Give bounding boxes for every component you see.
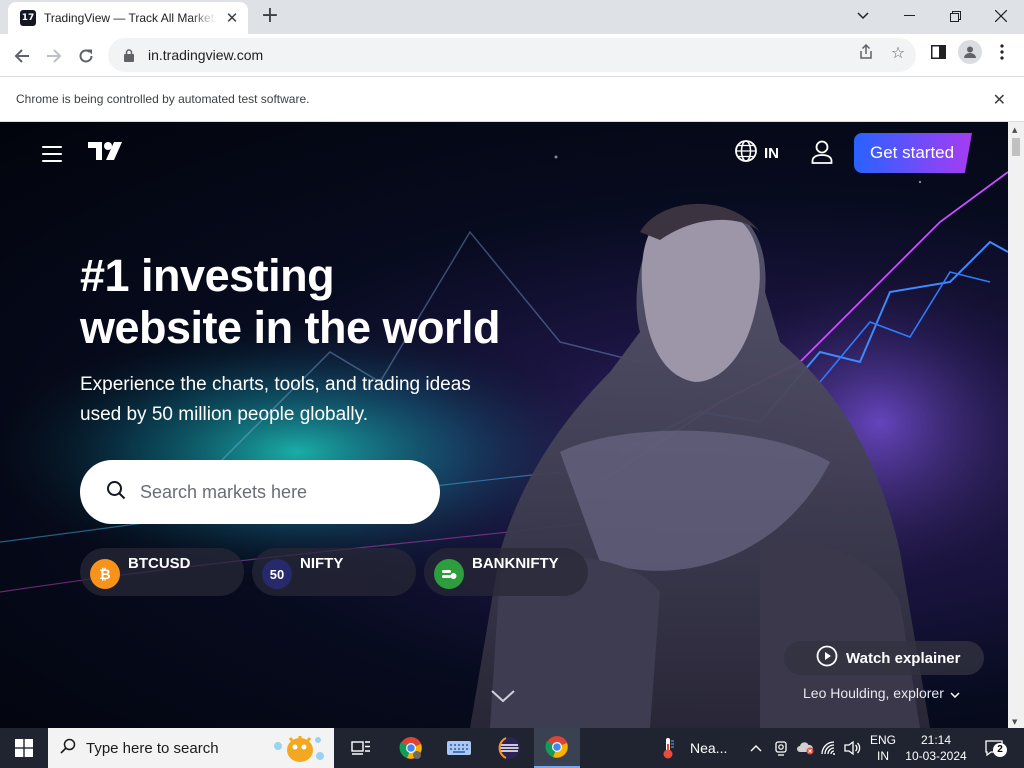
new-tab-button[interactable]: + bbox=[258, 5, 282, 29]
lock-icon[interactable] bbox=[122, 48, 136, 62]
bookmark-star-icon[interactable]: ☆ bbox=[888, 42, 908, 62]
chrome-taskbar-icon[interactable] bbox=[534, 728, 580, 768]
meet-now-icon[interactable] bbox=[770, 728, 792, 768]
chrome-menu-icon[interactable] bbox=[992, 42, 1012, 62]
weather-thermometer-icon[interactable] bbox=[648, 728, 688, 768]
ticker-name: BTCUSD bbox=[128, 555, 191, 572]
banknifty-icon bbox=[434, 559, 464, 589]
reload-button[interactable] bbox=[72, 42, 100, 70]
tab-title: TradingView — Track All Markets bbox=[44, 11, 216, 25]
search-icon bbox=[60, 738, 76, 759]
url-text[interactable]: in.tradingview.com bbox=[148, 47, 263, 63]
eclipse-ide-icon[interactable] bbox=[486, 728, 532, 768]
windows-taskbar: Type here to search Nea... ENG IN 21:14 … bbox=[0, 728, 1024, 768]
scroll-up-arrow-icon[interactable]: ▲ bbox=[1012, 126, 1017, 134]
input-language-line-1: ENG bbox=[869, 733, 896, 747]
input-language-indicator[interactable]: ENG IN bbox=[866, 732, 900, 764]
ticker-nifty[interactable]: 50 NIFTY bbox=[252, 548, 416, 596]
subline-line-2: used by 50 million people globally. bbox=[80, 404, 368, 425]
page-scrollbar[interactable]: ▲ ▼ bbox=[1008, 122, 1024, 728]
taskbar-search-box[interactable]: Type here to search bbox=[48, 728, 334, 768]
show-hidden-icons-chevron-icon[interactable] bbox=[746, 728, 766, 768]
infobar-text: Chrome is being controlled by automated … bbox=[16, 92, 310, 106]
globe-icon bbox=[734, 139, 758, 168]
minimize-button[interactable] bbox=[886, 2, 932, 30]
share-icon[interactable] bbox=[856, 42, 876, 62]
clock-time: 21:14 bbox=[920, 733, 952, 747]
notification-count-badge: 2 bbox=[993, 743, 1007, 757]
restore-button[interactable] bbox=[932, 2, 978, 30]
system-clock[interactable]: 21:14 10-03-2024 bbox=[902, 732, 970, 764]
task-view-icon[interactable] bbox=[338, 728, 384, 768]
tradingview-favicon-icon: 17 bbox=[20, 10, 36, 26]
scroll-down-chevron-icon[interactable] bbox=[490, 688, 516, 709]
user-account-icon[interactable] bbox=[810, 139, 834, 165]
language-label: IN bbox=[764, 145, 779, 162]
profile-avatar[interactable] bbox=[958, 40, 982, 64]
nifty-50-icon: 50 bbox=[262, 559, 292, 589]
address-bar[interactable]: in.tradingview.com bbox=[108, 38, 916, 72]
credit-text: Leo Houlding, explorer bbox=[803, 685, 944, 701]
tab-search-chevron-icon[interactable] bbox=[840, 2, 886, 30]
keyboard-app-icon[interactable] bbox=[436, 728, 482, 768]
hamburger-menu-icon[interactable] bbox=[42, 146, 62, 162]
tab-close-icon[interactable]: ✕ bbox=[224, 9, 240, 27]
photo-credit[interactable]: Leo Houlding, explorer bbox=[803, 685, 960, 701]
taskbar-search-text: Type here to search bbox=[86, 739, 219, 757]
volume-icon[interactable] bbox=[842, 728, 864, 768]
wifi-icon[interactable] bbox=[818, 728, 840, 768]
input-language-line-2: IN bbox=[877, 749, 889, 763]
search-icon bbox=[106, 480, 126, 505]
browser-tab[interactable]: 17 TradingView — Track All Markets ✕ bbox=[8, 2, 248, 34]
ticker-name: BANKNIFTY bbox=[472, 555, 559, 572]
headline-line-1: #1 investing bbox=[80, 250, 335, 301]
side-panel-icon[interactable] bbox=[928, 42, 948, 62]
watch-explainer-button[interactable]: Watch explainer bbox=[784, 641, 984, 675]
close-window-button[interactable] bbox=[978, 2, 1024, 30]
browser-toolbar: in.tradingview.com ☆ bbox=[0, 34, 1024, 76]
market-search-input[interactable]: Search markets here bbox=[80, 460, 440, 524]
headline-line-2: website in the world bbox=[80, 302, 501, 353]
chrome-profile-taskbar-icon[interactable] bbox=[388, 728, 434, 768]
automation-infobar: Chrome is being controlled by automated … bbox=[0, 76, 1024, 122]
infobar-close-icon[interactable]: ✕ bbox=[993, 90, 1006, 109]
get-started-button[interactable]: Get started bbox=[854, 133, 972, 173]
windows-start-icon[interactable] bbox=[0, 728, 48, 768]
subline-line-1: Experience the charts, tools, and tradin… bbox=[80, 374, 471, 395]
hero-headline: #1 investing website in the world bbox=[80, 250, 501, 354]
forward-button[interactable] bbox=[40, 42, 68, 70]
page-viewport: IN Get started #1 investing website in t… bbox=[0, 122, 1008, 728]
chevron-down-icon bbox=[950, 685, 960, 701]
svg-text:₿: ₿ bbox=[99, 567, 110, 582]
scrollbar-thumb[interactable] bbox=[1012, 138, 1020, 156]
onedrive-icon[interactable] bbox=[794, 728, 816, 768]
ticker-banknifty[interactable]: BANKNIFTY bbox=[424, 548, 588, 596]
watch-explainer-label: Watch explainer bbox=[846, 649, 961, 667]
back-button[interactable] bbox=[8, 42, 36, 70]
tab-strip: 17 TradingView — Track All Markets ✕ + bbox=[0, 0, 1024, 34]
bitcoin-icon: ₿ bbox=[90, 559, 120, 589]
clock-date: 10-03-2024 bbox=[905, 749, 967, 763]
tradingview-logo[interactable] bbox=[86, 140, 124, 167]
language-selector[interactable]: IN bbox=[734, 139, 779, 168]
hero-subheadline: Experience the charts, tools, and tradin… bbox=[80, 370, 540, 430]
play-icon bbox=[816, 645, 838, 672]
search-highlight-icon bbox=[270, 730, 330, 768]
scroll-down-arrow-icon[interactable]: ▼ bbox=[1012, 718, 1017, 726]
ticker-name: NIFTY bbox=[300, 555, 344, 572]
ticker-btcusd[interactable]: ₿ BTCUSD bbox=[80, 548, 244, 596]
weather-text[interactable]: Nea... bbox=[690, 740, 727, 756]
search-placeholder: Search markets here bbox=[140, 481, 308, 502]
